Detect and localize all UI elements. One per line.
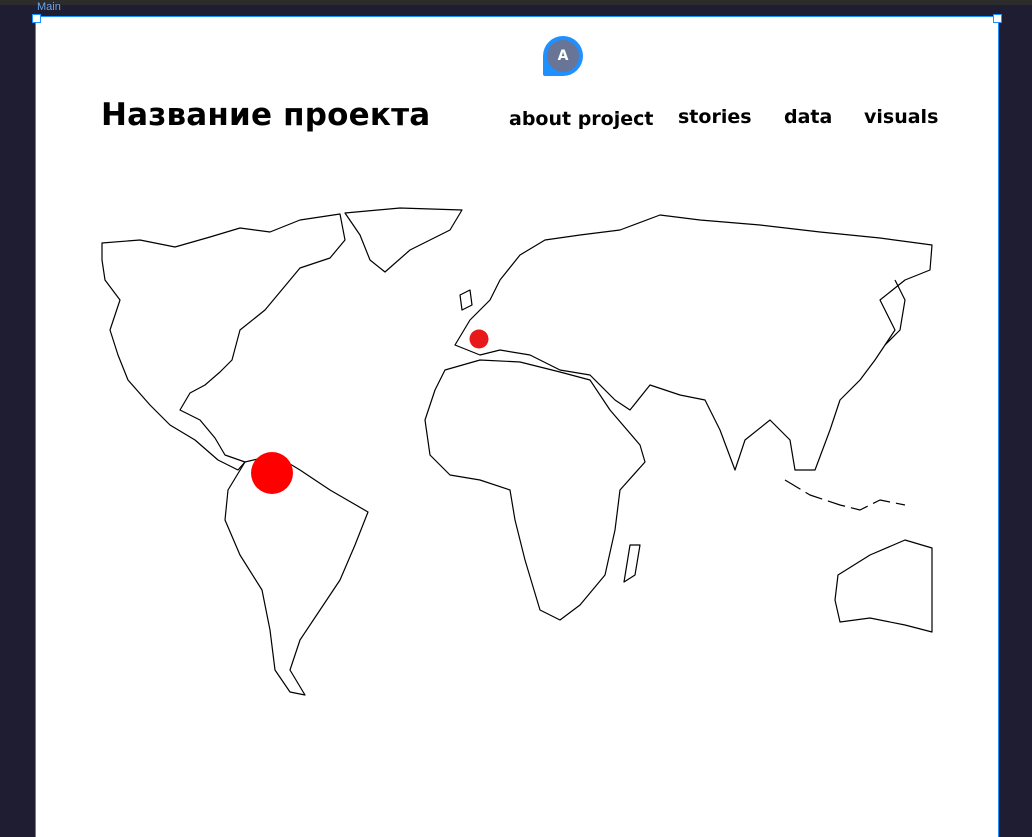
- marker-spain[interactable]: [469, 329, 489, 349]
- map-markers: [251, 329, 489, 494]
- marker-venezuela[interactable]: [251, 452, 293, 494]
